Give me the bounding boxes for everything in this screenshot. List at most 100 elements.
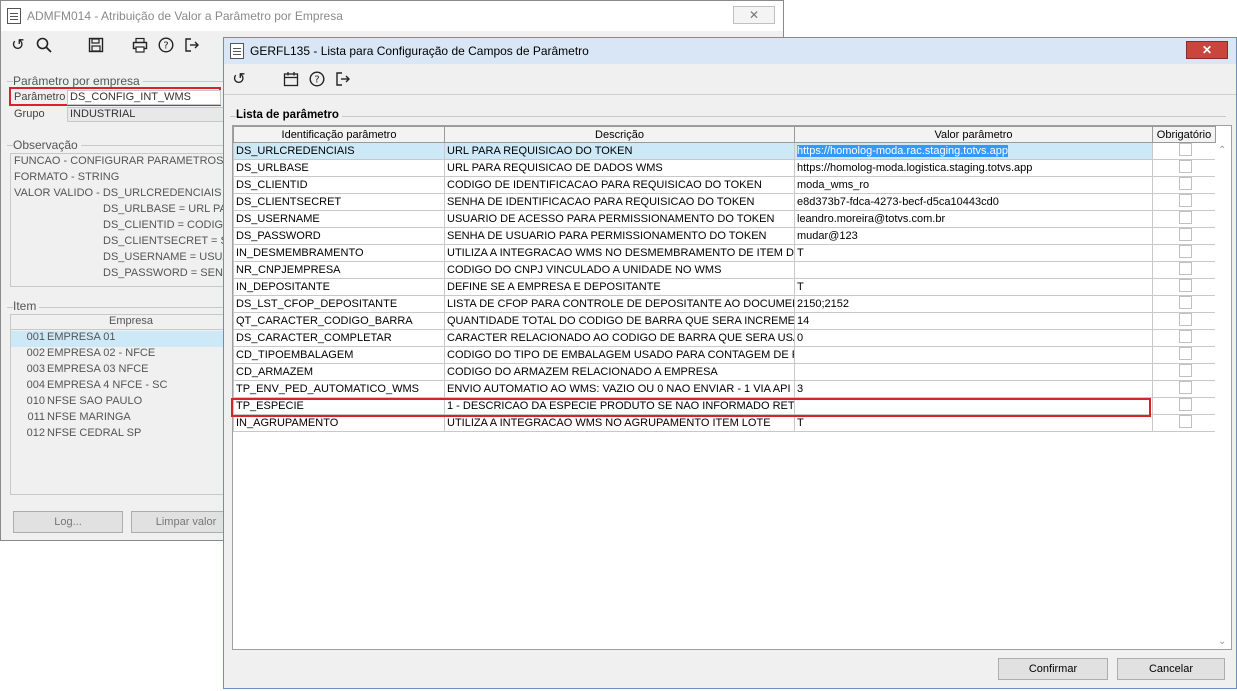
cell-obrigatorio[interactable] (1152, 278, 1216, 296)
print-icon[interactable] (129, 34, 151, 56)
cell-obrigatorio[interactable] (1152, 193, 1216, 211)
observacao-box[interactable]: FUNCAO - CONFIGURAR PARAMETROS PA FORMAT… (10, 153, 240, 287)
obrigatorio-checkbox[interactable] (1178, 160, 1192, 173)
obrigatorio-checkbox[interactable] (1178, 279, 1192, 292)
obrigatorio-checkbox[interactable] (1178, 194, 1192, 207)
table-row[interactable]: IN_DEPOSITANTE DEFINE SE A EMPRESA E DEP… (233, 278, 1216, 296)
obrigatorio-checkbox[interactable] (1178, 143, 1192, 156)
log-button[interactable]: Log... (13, 511, 123, 533)
cell-desc[interactable]: CODIGO DO TIPO DE EMBALAGEM USADO PARA C… (444, 346, 795, 364)
cell-desc[interactable]: URL PARA REQUISICAO DO TOKEN (444, 142, 795, 160)
cell-obrigatorio[interactable] (1152, 227, 1216, 245)
cell-valor[interactable] (794, 346, 1153, 364)
cell-obrigatorio[interactable] (1152, 363, 1216, 381)
cell-obrigatorio[interactable] (1152, 295, 1216, 313)
cell-obrigatorio[interactable] (1152, 329, 1216, 347)
header-identificacao[interactable]: Identificação parâmetro (233, 126, 445, 143)
obrigatorio-checkbox[interactable] (1178, 415, 1192, 428)
table-row[interactable]: NR_CNPJEMPRESA CODIGO DO CNPJ VINCULADO … (233, 261, 1216, 279)
cell-valor[interactable] (794, 261, 1153, 279)
cell-desc[interactable]: CARACTER RELACIONADO AO CODIGO DE BARRA … (444, 329, 795, 347)
cell-obrigatorio[interactable] (1152, 159, 1216, 177)
cell-desc[interactable]: DEFINE SE A EMPRESA E DEPOSITANTE (444, 278, 795, 296)
cell-id[interactable]: DS_LST_CFOP_DEPOSITANTE (233, 295, 445, 313)
refresh-icon[interactable]: ↺ (228, 68, 250, 90)
obrigatorio-checkbox[interactable] (1178, 398, 1192, 411)
obrigatorio-checkbox[interactable] (1178, 381, 1192, 394)
cell-valor[interactable]: T (794, 244, 1153, 262)
obrigatorio-checkbox[interactable] (1178, 364, 1192, 377)
cell-id[interactable]: QT_CARACTER_CODIGO_BARRA (233, 312, 445, 330)
cell-valor[interactable]: https://homolog-moda.logistica.staging.t… (794, 159, 1153, 177)
cell-desc[interactable]: CODIGO DE IDENTIFICACAO PARA REQUISICAO … (444, 176, 795, 194)
cancelar-button[interactable]: Cancelar (1117, 658, 1225, 680)
cell-valor[interactable]: leandro.moreira@totvs.com.br (794, 210, 1153, 228)
refresh-icon[interactable]: ↺ (7, 34, 29, 56)
calendar-icon[interactable] (280, 68, 302, 90)
grupo-field[interactable]: INDUSTRIAL (67, 107, 227, 122)
obrigatorio-checkbox[interactable] (1178, 313, 1192, 326)
table-row[interactable]: DS_CLIENTSECRET SENHA DE IDENTIFICACAO P… (233, 193, 1216, 211)
cell-valor[interactable]: https://homolog-moda.rac.staging.totvs.a… (794, 142, 1153, 160)
cell-id[interactable]: DS_PASSWORD (233, 227, 445, 245)
cell-obrigatorio[interactable] (1152, 261, 1216, 279)
header-valor[interactable]: Valor parâmetro (794, 126, 1153, 143)
cell-obrigatorio[interactable] (1152, 380, 1216, 398)
parametros-grid[interactable]: Identificação parâmetro Descrição Valor … (232, 125, 1232, 650)
empresa-grid[interactable]: Empresa 001 EMPRESA 01 002 EMPRESA 02 - NF… (10, 314, 251, 495)
cell-id[interactable]: TP_ENV_PED_AUTOMATICO_WMS (233, 380, 445, 398)
cell-obrigatorio[interactable] (1152, 244, 1216, 262)
param-field[interactable]: DS_CONFIG_INT_WMS (67, 90, 221, 105)
cell-valor[interactable]: e8d373b7-fdca-4273-becf-d5ca10443cd0 (794, 193, 1153, 211)
table-row[interactable]: TP_ENV_PED_AUTOMATICO_WMS ENVIO AUTOMATI… (233, 380, 1216, 398)
header-descricao[interactable]: Descrição (444, 126, 795, 143)
obrigatorio-checkbox[interactable] (1178, 330, 1192, 343)
cell-desc[interactable]: CODIGO DO CNPJ VINCULADO A UNIDADE NO WM… (444, 261, 795, 279)
cell-id[interactable]: CD_ARMAZEM (233, 363, 445, 381)
cell-desc[interactable]: URL PARA REQUISICAO DE DADOS WMS (444, 159, 795, 177)
table-row[interactable]: DS_CARACTER_COMPLETAR CARACTER RELACIONA… (233, 329, 1216, 347)
exit-icon[interactable] (332, 68, 354, 90)
confirmar-button[interactable]: Confirmar (998, 658, 1108, 680)
cell-desc[interactable]: CODIGO DO ARMAZEM RELACIONADO A EMPRESA (444, 363, 795, 381)
cell-id[interactable]: DS_USERNAME (233, 210, 445, 228)
cell-id[interactable]: NR_CNPJEMPRESA (233, 261, 445, 279)
cell-desc[interactable]: LISTA DE CFOP PARA CONTROLE DE DEPOSITAN… (444, 295, 795, 313)
table-row[interactable]: QT_CARACTER_CODIGO_BARRA QUANTIDADE TOTA… (233, 312, 1216, 330)
table-row[interactable]: IN_DESMEMBRAMENTO UTILIZA A INTEGRACAO W… (233, 244, 1216, 262)
cell-id[interactable]: IN_DEPOSITANTE (233, 278, 445, 296)
obrigatorio-checkbox[interactable] (1178, 296, 1192, 309)
cell-desc[interactable]: ENVIO AUTOMATIO AO WMS: VAZIO OU 0 NAO E… (444, 380, 795, 398)
gerfl135-close-button[interactable]: ✕ (1186, 41, 1228, 59)
vertical-scrollbar[interactable]: ⌃ ⌄ (1215, 143, 1231, 649)
save-icon[interactable] (85, 34, 107, 56)
obrigatorio-checkbox[interactable] (1178, 262, 1192, 275)
scroll-down-icon[interactable]: ⌄ (1218, 636, 1226, 647)
empresa-row[interactable]: 002 EMPRESA 02 - NFCE (11, 347, 228, 363)
cell-valor-selected[interactable]: https://homolog-moda.rac.staging.totvs.a… (797, 145, 1008, 157)
table-row[interactable]: CD_TIPOEMBALAGEM CODIGO DO TIPO DE EMBAL… (233, 346, 1216, 364)
table-row[interactable]: DS_URLCREDENCIAIS URL PARA REQUISICAO DO… (233, 142, 1216, 160)
search-icon[interactable] (33, 34, 55, 56)
obrigatorio-checkbox[interactable] (1178, 211, 1192, 224)
obrigatorio-checkbox[interactable] (1178, 245, 1192, 258)
help-icon[interactable]: ? (306, 68, 328, 90)
cell-obrigatorio[interactable] (1152, 346, 1216, 364)
obrigatorio-checkbox[interactable] (1178, 347, 1192, 360)
cell-valor[interactable]: 3 (794, 380, 1153, 398)
cell-valor[interactable]: T (794, 278, 1153, 296)
help-icon[interactable]: ? (155, 34, 177, 56)
cell-id[interactable]: IN_DESMEMBRAMENTO (233, 244, 445, 262)
cell-desc[interactable]: UTILIZA A INTEGRACAO WMS NO DESMEMBRAMEN… (444, 244, 795, 262)
cell-obrigatorio[interactable] (1152, 312, 1216, 330)
cell-id[interactable]: DS_CARACTER_COMPLETAR (233, 329, 445, 347)
cell-id[interactable]: DS_URLCREDENCIAIS (233, 142, 445, 160)
cell-valor[interactable]: mudar@123 (794, 227, 1153, 245)
table-row[interactable]: DS_PASSWORD SENHA DE USUARIO PARA PERMIS… (233, 227, 1216, 245)
empresa-row[interactable]: 010 NFSE SAO PAULO (11, 395, 228, 411)
empresa-row[interactable]: 004 EMPRESA 4 NFCE - SC (11, 379, 228, 395)
cell-desc[interactable]: SENHA DE IDENTIFICACAO PARA REQUISICAO D… (444, 193, 795, 211)
cell-valor[interactable] (794, 363, 1153, 381)
cell-id[interactable]: DS_URLBASE (233, 159, 445, 177)
cell-valor[interactable]: 14 (794, 312, 1153, 330)
